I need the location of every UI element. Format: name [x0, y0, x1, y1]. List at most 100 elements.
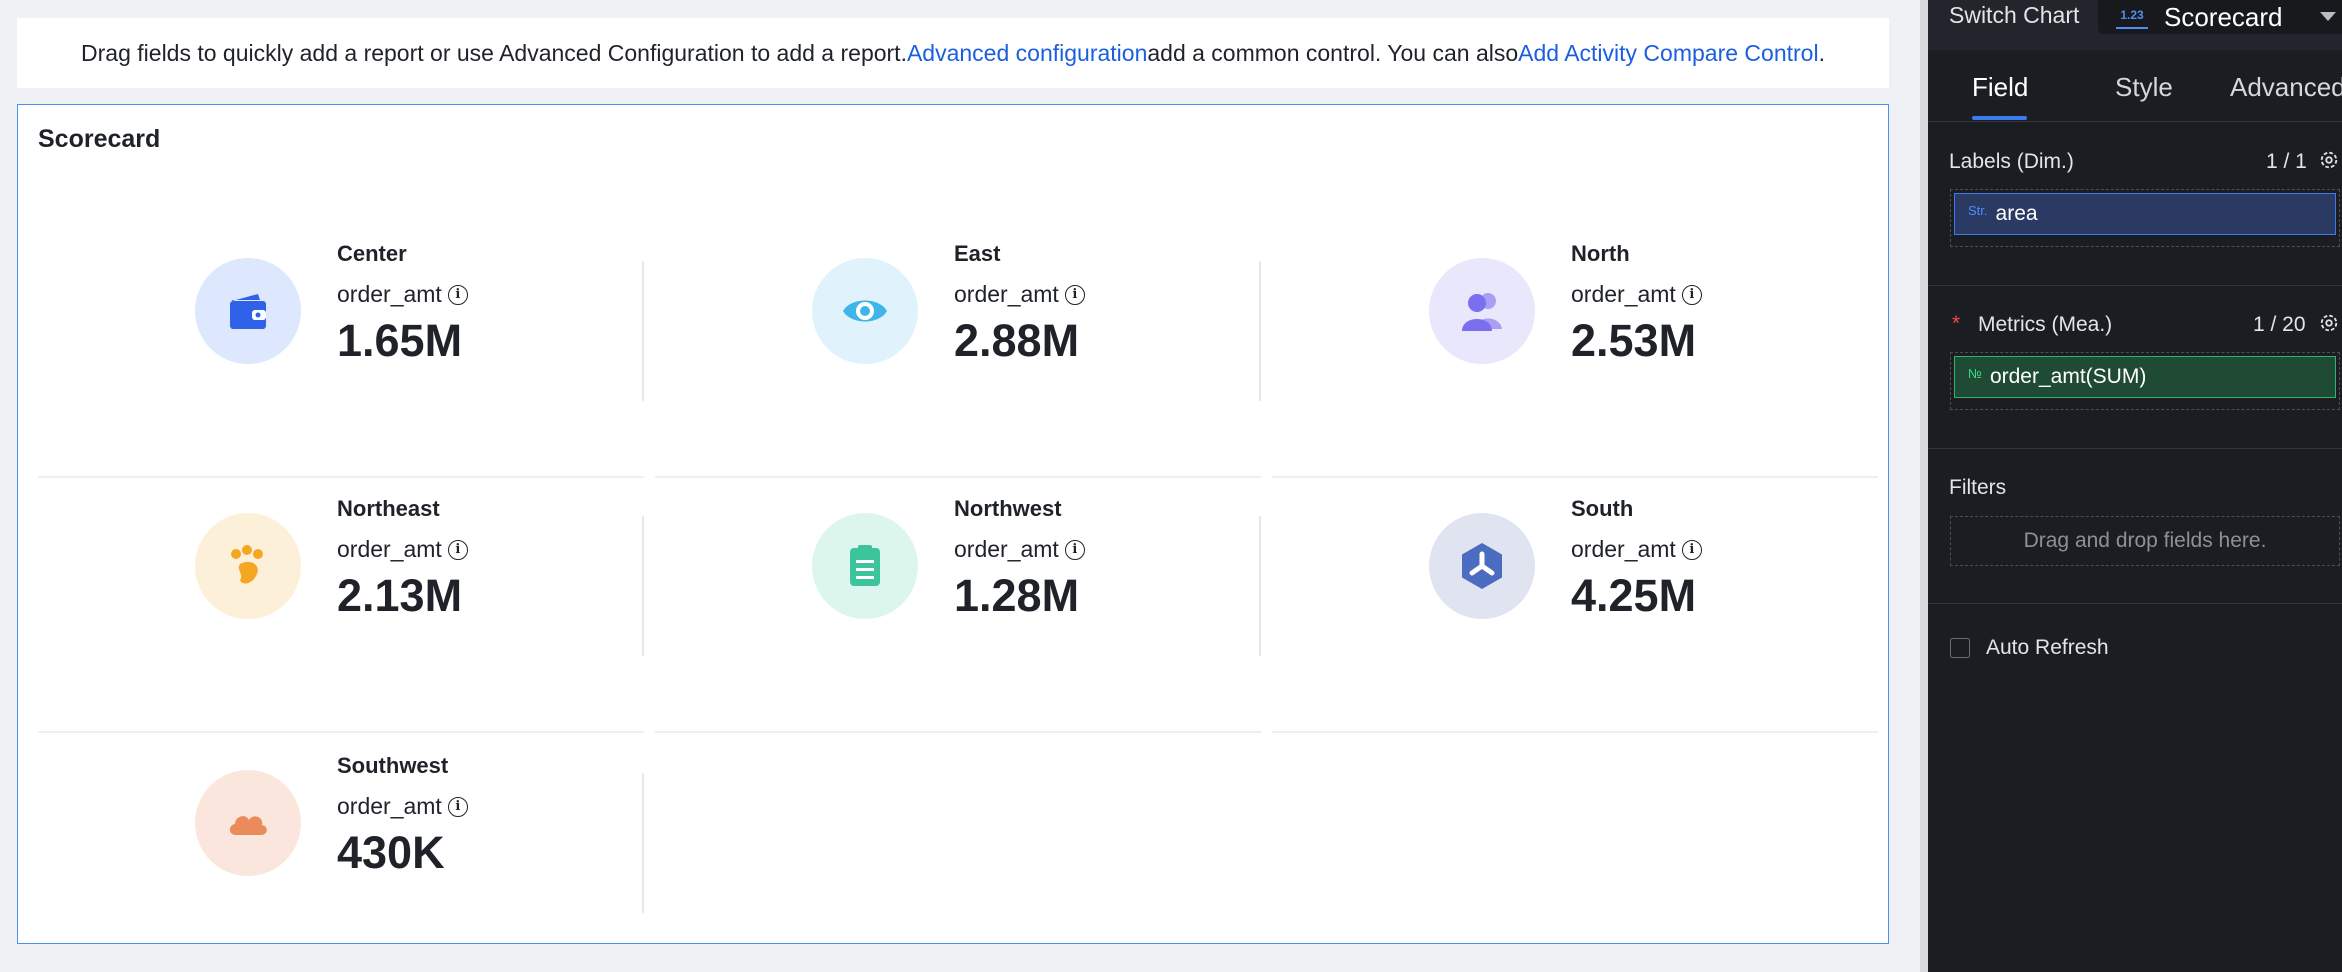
scorecard-tile-northwest: Northwest order_amt i 1.28M [655, 478, 1261, 733]
field-name: area [1995, 202, 2038, 225]
tile-metric: order_amt i [1571, 536, 1702, 563]
metrics-drop-zone[interactable]: № order_amt(SUM) [1950, 352, 2340, 410]
metric-name: order_amt [954, 536, 1059, 562]
tab-style[interactable]: Style [2115, 72, 2173, 103]
divider [642, 773, 644, 913]
hint-text-3: . [1818, 39, 1825, 66]
wallet-icon [195, 258, 301, 364]
tile-value: 2.88M [954, 315, 1080, 366]
scorecard-tile-southwest: Southwest order_amt i 430K [38, 735, 644, 972]
filters-drop-zone[interactable]: Drag and drop fields here. [1950, 516, 2340, 566]
divider [655, 731, 1261, 733]
tile-metric: order_amt i [954, 281, 1085, 308]
hint-text-2: add a common control. You can also [1147, 39, 1519, 66]
tile-value: 1.65M [337, 315, 463, 366]
tile-label: Northwest [954, 496, 1062, 521]
metric-name: order_amt [337, 281, 442, 307]
switch-chart-label: Switch Chart [1949, 2, 2080, 28]
field-pill-area[interactable]: Str. area [1954, 193, 2336, 235]
config-tabs: Field Style Advanced [1928, 50, 2342, 122]
gear-icon[interactable] [2318, 149, 2340, 171]
scorecard-chart-icon: 1.23 [2116, 5, 2148, 29]
scorecard-tile-south: South order_amt i 4.25M [1272, 478, 1878, 733]
info-icon[interactable]: i [447, 796, 468, 817]
tile-metric: order_amt i [1571, 281, 1702, 308]
hexagon-icon [1429, 513, 1535, 619]
cloud-icon [195, 770, 301, 876]
metric-name: order_amt [337, 536, 442, 562]
field-pill-order-amt[interactable]: № order_amt(SUM) [1954, 356, 2336, 398]
scorecard-tile-north: North order_amt i 2.53M [1272, 223, 1878, 478]
canvas-area: Drag fields to quickly add a report or u… [0, 0, 1920, 972]
metric-name: order_amt [1571, 536, 1676, 562]
auto-refresh-checkbox[interactable] [1950, 638, 1970, 658]
divider [642, 516, 644, 656]
tile-metric: order_amt i [954, 536, 1085, 563]
divider [1259, 261, 1261, 401]
switch-chart-row: Switch Chart 1.23 Scorecard [1928, 0, 2342, 50]
divider [1272, 731, 1878, 733]
labels-section-title: Labels (Dim.) [1949, 150, 2074, 173]
add-activity-compare-control-link[interactable]: Add Activity Compare Control [1518, 40, 1818, 67]
divider [1928, 603, 2342, 604]
hint-text-1: Drag fields to quickly add a report or u… [81, 39, 907, 66]
divider [38, 731, 644, 733]
tile-label: North [1571, 241, 1630, 266]
divider [642, 261, 644, 401]
tile-label: East [954, 241, 1001, 266]
tile-value: 2.13M [337, 570, 463, 621]
tile-value: 430K [337, 827, 445, 878]
info-icon[interactable]: i [1064, 539, 1085, 560]
field-name: order_amt(SUM) [1989, 365, 2147, 388]
divider [1928, 285, 2342, 286]
string-type-icon: Str. [1968, 202, 1988, 218]
info-icon[interactable]: i [1681, 284, 1702, 305]
labels-drop-zone[interactable]: Str. area [1950, 189, 2340, 247]
chart-type-select[interactable]: 1.23 Scorecard [2098, 0, 2342, 34]
chart-type-name: Scorecard [2164, 1, 2283, 32]
active-tab-indicator [1972, 116, 2027, 120]
advanced-configuration-link[interactable]: Advanced configuration [907, 40, 1147, 67]
tab-advanced[interactable]: Advanced [2230, 72, 2342, 103]
eye-icon [812, 258, 918, 364]
tile-label: Southwest [337, 753, 449, 778]
scorecard-tile-northeast: Northeast order_amt i 2.13M [38, 478, 644, 733]
config-panel: Switch Chart 1.23 Scorecard Field Style … [1928, 0, 2342, 972]
metric-name: order_amt [954, 281, 1059, 307]
widget-title: Scorecard [38, 125, 161, 153]
tile-metric: order_amt i [337, 536, 468, 563]
auto-refresh-label: Auto Refresh [1986, 636, 2109, 659]
info-icon[interactable]: i [447, 539, 468, 560]
metric-name: order_amt [337, 793, 442, 819]
tile-value: 4.25M [1571, 570, 1697, 621]
metrics-count: 1 / 20 [2253, 313, 2306, 336]
metric-name: order_amt [1571, 281, 1676, 307]
labels-count: 1 / 1 [2266, 150, 2307, 173]
tile-metric: order_amt i [337, 281, 468, 308]
clipboard-icon [812, 513, 918, 619]
panel-splitter[interactable] [1920, 0, 1928, 972]
hint-banner: Drag fields to quickly add a report or u… [17, 18, 1889, 88]
tile-label: Center [337, 241, 407, 266]
chevron-down-icon [2320, 12, 2336, 21]
tile-value: 1.28M [954, 570, 1080, 621]
divider [1928, 448, 2342, 449]
info-icon[interactable]: i [1064, 284, 1085, 305]
footprint-icon [195, 513, 301, 619]
users-icon [1429, 258, 1535, 364]
number-type-icon: № [1968, 365, 1982, 381]
tab-field[interactable]: Field [1972, 72, 2028, 103]
scorecard-widget[interactable]: Scorecard Center order_amt i 1.65M East o… [17, 104, 1889, 944]
gear-icon[interactable] [2318, 312, 2340, 334]
auto-refresh-option[interactable]: Auto Refresh [1950, 636, 2109, 660]
tile-label: South [1571, 496, 1634, 521]
required-mark: * [1952, 312, 1961, 335]
divider [1259, 516, 1261, 656]
metrics-section-title: Metrics (Mea.) [1978, 313, 2113, 336]
tile-metric: order_amt i [337, 793, 468, 820]
filters-section-title: Filters [1949, 476, 2007, 499]
scorecard-tile-east: East order_amt i 2.88M [655, 223, 1261, 478]
info-icon[interactable]: i [447, 284, 468, 305]
scorecard-tile-center: Center order_amt i 1.65M [38, 223, 644, 478]
info-icon[interactable]: i [1681, 539, 1702, 560]
